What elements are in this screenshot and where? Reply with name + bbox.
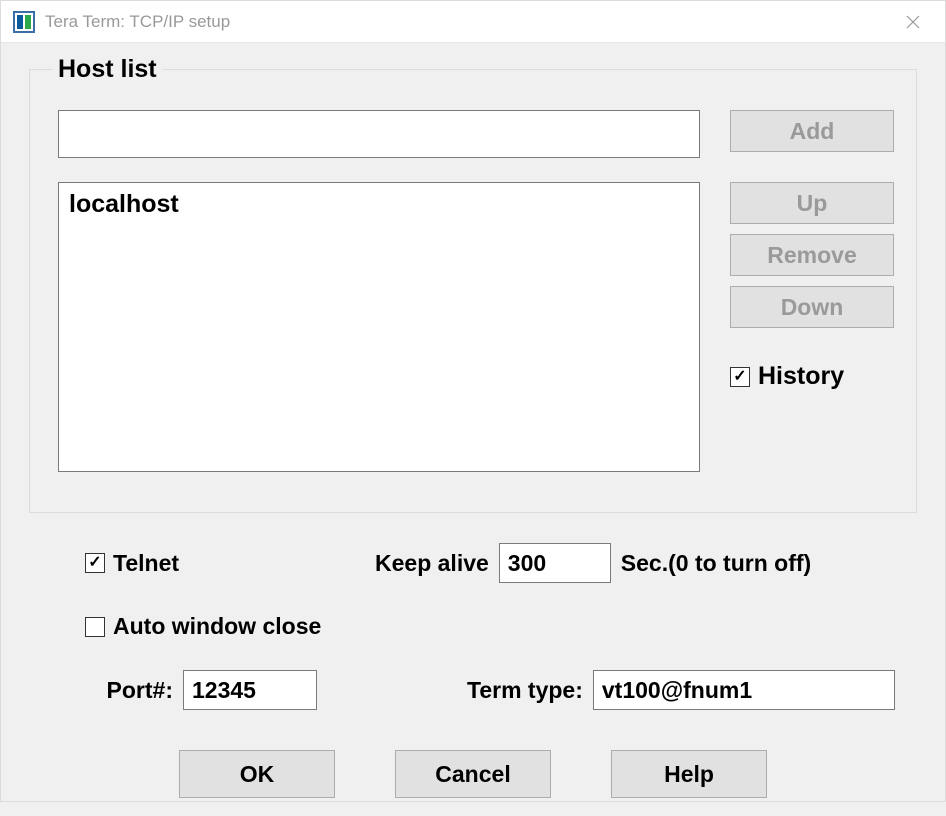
host-input[interactable]	[58, 110, 700, 158]
keepalive-suffix: Sec.(0 to turn off)	[621, 550, 811, 577]
dialog-content: Host list Add localhost Up Remove Down ✓…	[1, 43, 945, 816]
down-button[interactable]: Down	[730, 286, 894, 328]
autoclose-label: Auto window close	[113, 613, 321, 640]
termtype-input[interactable]	[593, 670, 895, 710]
titlebar: Tera Term: TCP/IP setup	[1, 1, 945, 43]
host-listbox[interactable]: localhost	[58, 182, 700, 472]
keepalive-input[interactable]	[499, 543, 611, 583]
close-button[interactable]	[885, 2, 941, 42]
up-button[interactable]: Up	[730, 182, 894, 224]
port-label: Port#:	[77, 677, 173, 704]
termtype-label: Term type:	[467, 677, 583, 704]
telnet-checkbox[interactable]: ✓	[85, 553, 105, 573]
history-checkbox[interactable]: ✓	[730, 367, 750, 387]
close-icon	[905, 14, 921, 30]
autoclose-checkbox[interactable]	[85, 617, 105, 637]
help-button[interactable]: Help	[611, 750, 767, 798]
dialog-footer-buttons: OK Cancel Help	[29, 750, 917, 798]
host-list-side-buttons: Up Remove Down ✓ History	[730, 182, 894, 391]
cancel-button[interactable]: Cancel	[395, 750, 551, 798]
telnet-label: Telnet	[113, 550, 179, 577]
list-item[interactable]: localhost	[59, 187, 699, 221]
add-button[interactable]: Add	[730, 110, 894, 152]
history-label: History	[758, 362, 844, 391]
host-list-legend: Host list	[52, 55, 163, 84]
app-icon	[13, 11, 35, 33]
port-input[interactable]	[183, 670, 317, 710]
ok-button[interactable]: OK	[179, 750, 335, 798]
remove-button[interactable]: Remove	[730, 234, 894, 276]
host-list-group: Host list Add localhost Up Remove Down ✓…	[29, 55, 917, 513]
keepalive-label: Keep alive	[375, 550, 489, 577]
window-title: Tera Term: TCP/IP setup	[45, 12, 885, 32]
